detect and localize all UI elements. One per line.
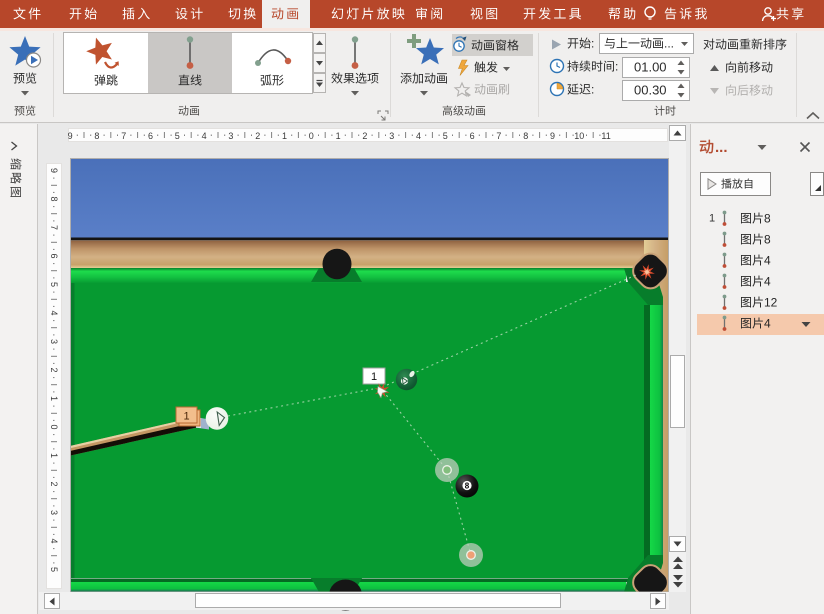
svg-text:1: 1: [183, 411, 189, 423]
svg-text:2: 2: [255, 131, 260, 141]
svg-text:8: 8: [523, 131, 528, 141]
svg-text:9: 9: [550, 131, 555, 141]
svg-text:5: 5: [175, 131, 180, 141]
svg-text:12: 12: [764, 296, 778, 310]
svg-text:2: 2: [49, 367, 59, 372]
svg-text:3: 3: [228, 131, 233, 141]
svg-text:9: 9: [68, 131, 73, 141]
svg-text:1: 1: [49, 453, 59, 458]
svg-text::: :: [591, 37, 594, 51]
svg-text:5: 5: [443, 131, 448, 141]
svg-text:7: 7: [49, 225, 59, 230]
svg-text:5: 5: [49, 282, 59, 287]
svg-text:4: 4: [49, 310, 59, 315]
svg-text:8: 8: [465, 482, 470, 491]
svg-text:1: 1: [49, 396, 59, 401]
svg-text:3: 3: [49, 339, 59, 344]
svg-text:6: 6: [49, 253, 59, 258]
svg-text:5: 5: [49, 567, 59, 572]
svg-text:9: 9: [49, 168, 59, 173]
svg-text:4: 4: [764, 317, 771, 331]
svg-text:4: 4: [416, 131, 421, 141]
svg-text:6: 6: [148, 131, 153, 141]
svg-text:8: 8: [764, 233, 771, 247]
svg-text::: :: [615, 60, 618, 74]
svg-text:7: 7: [121, 131, 126, 141]
svg-text:4: 4: [202, 131, 207, 141]
svg-text:0: 0: [309, 131, 314, 141]
svg-text:00.30: 00.30: [634, 82, 667, 97]
svg-text::: :: [591, 83, 594, 97]
svg-text:1: 1: [336, 131, 341, 141]
svg-text:1: 1: [282, 131, 287, 141]
svg-text:...: ...: [715, 139, 728, 156]
svg-text:7: 7: [496, 131, 501, 141]
svg-text:3: 3: [49, 510, 59, 515]
svg-text:1: 1: [371, 371, 377, 383]
svg-text:...: ...: [664, 37, 674, 51]
svg-text:4: 4: [49, 538, 59, 543]
svg-text:11: 11: [601, 131, 610, 141]
svg-text:2: 2: [49, 481, 59, 486]
svg-text:8: 8: [764, 212, 771, 226]
svg-text:1: 1: [709, 212, 715, 224]
svg-text:10: 10: [574, 131, 584, 141]
svg-text:8: 8: [94, 131, 99, 141]
svg-text:6: 6: [470, 131, 475, 141]
svg-text:0: 0: [49, 424, 59, 429]
svg-text:4: 4: [764, 275, 771, 289]
svg-text:01.00: 01.00: [634, 59, 667, 74]
svg-text:8: 8: [49, 196, 59, 201]
svg-text:2: 2: [362, 131, 367, 141]
svg-text:3: 3: [389, 131, 394, 141]
svg-text:4: 4: [764, 254, 771, 268]
